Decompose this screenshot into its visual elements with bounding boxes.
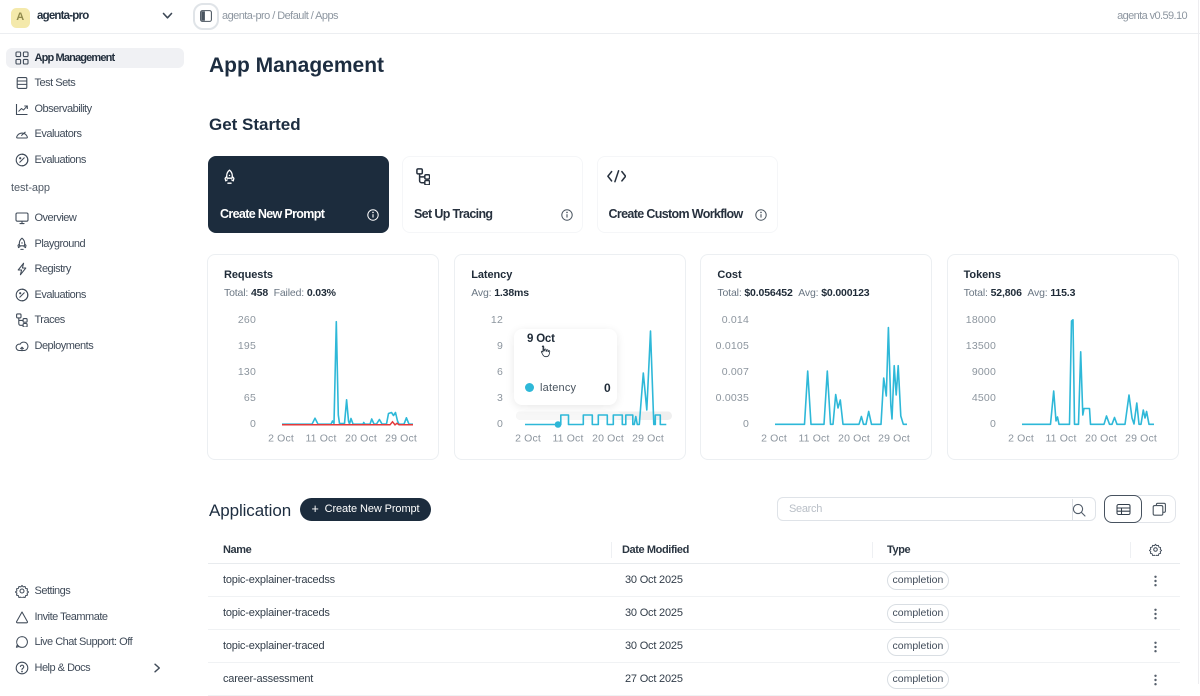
- svg-text:13500: 13500: [965, 340, 995, 352]
- svg-text:9000: 9000: [971, 366, 995, 378]
- svg-text:0: 0: [250, 418, 256, 430]
- svg-text:2 Oct: 2 Oct: [1008, 433, 1034, 445]
- svg-text:0.007: 0.007: [722, 366, 749, 378]
- svg-text:9: 9: [497, 340, 503, 352]
- svg-text:29 Oct: 29 Oct: [632, 433, 664, 445]
- svg-text:20 Oct: 20 Oct: [592, 433, 624, 445]
- svg-text:0: 0: [990, 418, 996, 430]
- svg-text:3: 3: [497, 392, 503, 404]
- svg-text:6: 6: [497, 366, 503, 378]
- svg-text:29 Oct: 29 Oct: [878, 433, 910, 445]
- svg-text:18000: 18000: [965, 314, 995, 326]
- svg-text:11 Oct: 11 Oct: [799, 433, 830, 445]
- svg-text:0.0105: 0.0105: [716, 340, 749, 352]
- svg-text:65: 65: [244, 392, 256, 404]
- svg-text:0.014: 0.014: [722, 314, 749, 326]
- svg-text:195: 195: [238, 340, 256, 352]
- svg-text:29 Oct: 29 Oct: [1125, 433, 1157, 445]
- svg-text:11 Oct: 11 Oct: [305, 433, 336, 445]
- svg-text:0: 0: [743, 418, 749, 430]
- svg-text:2 Oct: 2 Oct: [515, 433, 541, 445]
- svg-text:11 Oct: 11 Oct: [553, 433, 584, 445]
- svg-text:20 Oct: 20 Oct: [838, 433, 870, 445]
- svg-text:20 Oct: 20 Oct: [1085, 433, 1117, 445]
- svg-text:20 Oct: 20 Oct: [345, 433, 377, 445]
- svg-text:4500: 4500: [971, 392, 995, 404]
- svg-text:260: 260: [238, 314, 256, 326]
- svg-text:29 Oct: 29 Oct: [385, 433, 417, 445]
- svg-text:130: 130: [238, 366, 256, 378]
- svg-text:0.0035: 0.0035: [716, 392, 749, 404]
- svg-text:2 Oct: 2 Oct: [761, 433, 787, 445]
- svg-text:12: 12: [491, 314, 503, 326]
- svg-text:2 Oct: 2 Oct: [268, 433, 294, 445]
- svg-text:0: 0: [497, 418, 503, 430]
- svg-text:11 Oct: 11 Oct: [1045, 433, 1076, 445]
